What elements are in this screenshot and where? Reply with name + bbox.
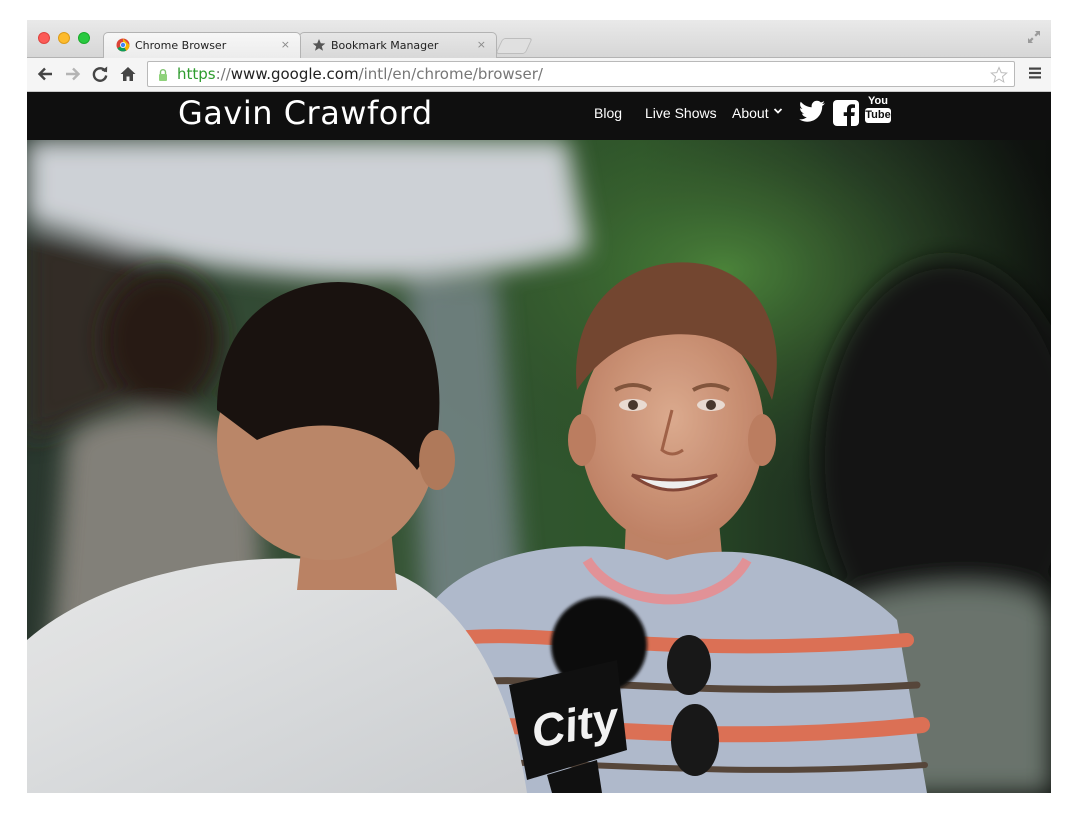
facebook-icon[interactable]: [833, 100, 859, 126]
reload-icon[interactable]: [90, 64, 110, 84]
tab-strip: Chrome Browser × Bookmark Manager ×: [27, 20, 1051, 58]
site-title[interactable]: Gavin Crawford: [178, 94, 433, 132]
tab-title: Bookmark Manager: [331, 39, 439, 52]
twitter-icon[interactable]: [798, 100, 826, 124]
url-path: /intl/en/chrome/browser/: [358, 65, 543, 83]
url-host: www.google.com: [230, 65, 359, 83]
web-page: Gavin Crawford Blog Live Shows About You…: [27, 92, 1051, 793]
tab-chrome-browser[interactable]: Chrome Browser ×: [103, 32, 301, 58]
tab-close-button[interactable]: ×: [281, 38, 290, 51]
bookmark-star-icon[interactable]: [990, 66, 1008, 84]
tab-title: Chrome Browser: [135, 39, 227, 52]
nav-link-live-shows[interactable]: Live Shows: [645, 105, 717, 121]
chrome-logo-icon: [116, 38, 130, 52]
site-header: Gavin Crawford Blog Live Shows About You…: [27, 92, 1051, 140]
lock-icon: [159, 69, 167, 81]
new-tab-button[interactable]: [495, 38, 533, 54]
browser-toolbar: https://www.google.com/intl/en/chrome/br…: [27, 57, 1051, 92]
hero-photo: City: [27, 140, 1051, 793]
back-arrow-icon[interactable]: [35, 64, 55, 84]
forward-arrow-icon[interactable]: [63, 64, 83, 84]
fullscreen-icon[interactable]: [1027, 30, 1041, 44]
chevron-down-icon[interactable]: [773, 106, 783, 116]
nav-link-about[interactable]: About: [732, 105, 769, 121]
zoom-window-button[interactable]: [78, 32, 90, 44]
youtube-tube-text: Tube: [865, 108, 891, 123]
tab-close-button[interactable]: ×: [477, 38, 486, 51]
url-separator: ://: [215, 65, 231, 83]
menu-icon[interactable]: [1028, 66, 1042, 80]
star-icon: [312, 39, 326, 51]
url-scheme: https: [177, 65, 216, 83]
nav-link-blog[interactable]: Blog: [594, 105, 622, 121]
address-bar[interactable]: https://www.google.com/intl/en/chrome/br…: [147, 61, 1015, 87]
youtube-you-text: You: [868, 95, 888, 107]
minimize-window-button[interactable]: [58, 32, 70, 44]
youtube-icon[interactable]: You Tube: [865, 95, 891, 127]
tab-bookmark-manager[interactable]: Bookmark Manager ×: [299, 32, 497, 58]
browser-window: Chrome Browser × Bookmark Manager × http…: [27, 20, 1051, 793]
home-icon[interactable]: [118, 64, 138, 84]
url-text: https://www.google.com/intl/en/chrome/br…: [177, 65, 543, 83]
close-window-button[interactable]: [38, 32, 50, 44]
